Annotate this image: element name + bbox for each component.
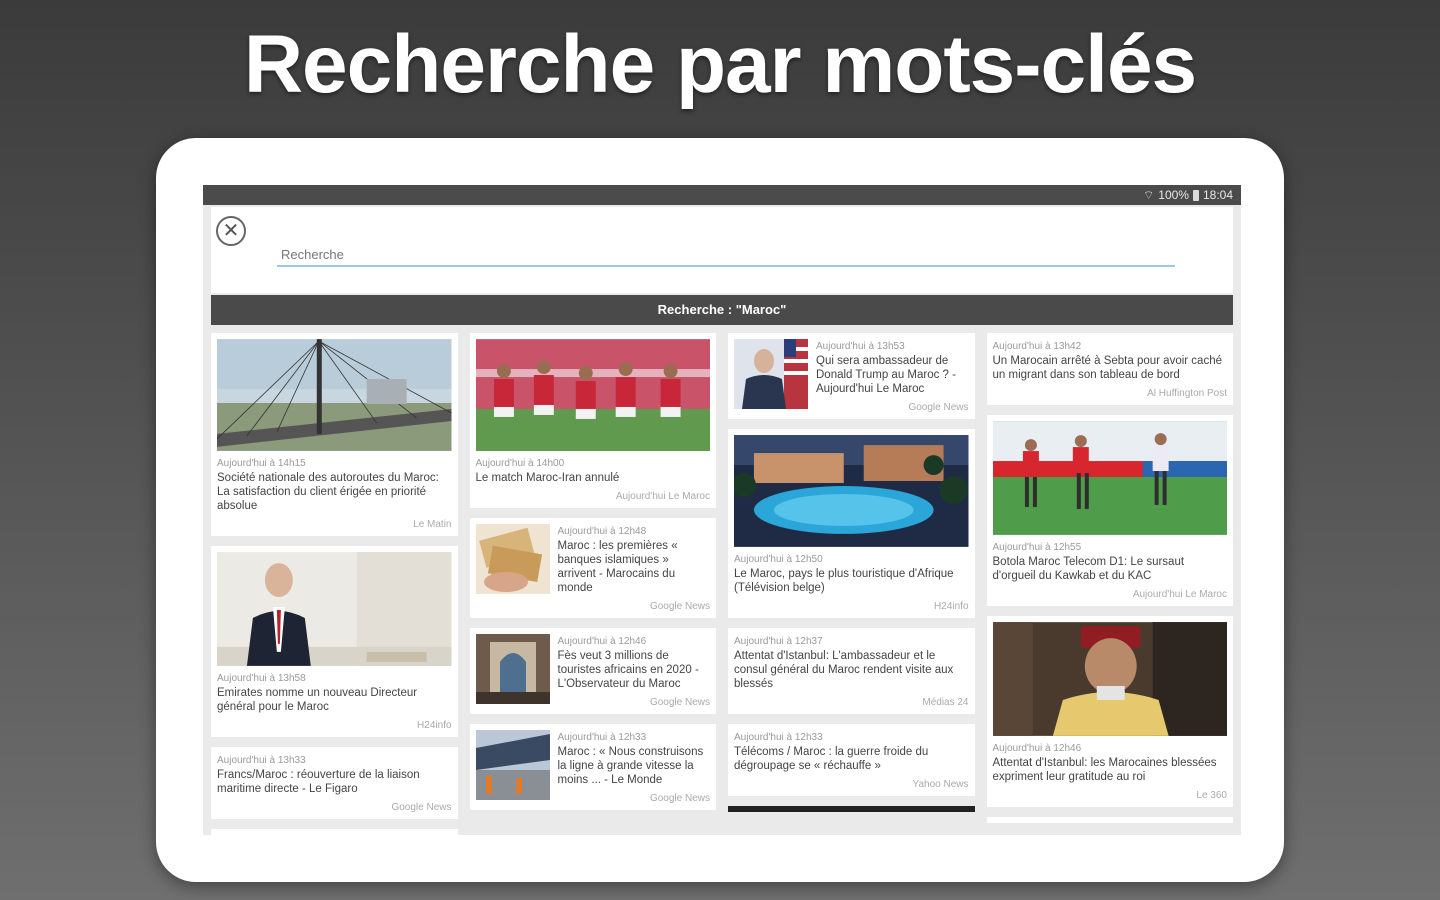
article-source: Aujourd'hui Le Maroc: [1132, 589, 1227, 600]
article-time: Aujourd'hui à 14h00: [475, 458, 565, 469]
article-time: Aujourd'hui à 13h53: [816, 341, 905, 352]
article-source: Yahoo News: [912, 779, 969, 790]
article-source: Le 360: [1196, 790, 1227, 801]
battery-icon: [1192, 189, 1199, 201]
article-source: H24info: [417, 720, 452, 731]
results-column: Aujourd'hui à 13h42 Un Marocain arrêté à…: [986, 333, 1233, 835]
article-title: Botola Maroc Telecom D1: Le sursaut d'or…: [992, 556, 1185, 582]
article-time: Aujourd'hui à 12h55: [992, 542, 1082, 553]
news-card[interactable]: Aujourd'hui à 12h46 Fès veut 3 millions …: [469, 628, 716, 714]
results-column: Aujourd'hui à 13h53 Qui sera ambassadeur…: [728, 333, 975, 835]
article-time: Aujourd'hui à 12h46: [557, 636, 647, 647]
wifi-icon: ⌔: [1142, 187, 1155, 202]
status-bar: ⌔ 100% 18:04: [203, 185, 1241, 205]
news-card[interactable]: Aujourd'hui à 12h55 Botola Maroc Telecom…: [986, 415, 1233, 606]
station-image: [475, 730, 550, 800]
article-time: Aujourd'hui à 12h46: [992, 743, 1082, 754]
article-time: Aujourd'hui à 13h42: [992, 341, 1082, 352]
article-source: Google News: [649, 601, 710, 612]
news-card[interactable]: Aujourd'hui à 12h48 Maroc : les première…: [469, 518, 716, 618]
news-card[interactable]: Aujourd'hui à 14h00 Le match Maroc-Iran …: [469, 333, 716, 508]
article-title: Un Marocain arrêté à Sebta pour avoir ca…: [992, 355, 1222, 381]
news-card[interactable]: Aujourd'hui à 13h42 Un Marocain arrêté à…: [986, 333, 1233, 405]
battery-level: 100%: [1158, 188, 1189, 202]
clock: 18:04: [1202, 188, 1233, 202]
article-source: Google News: [649, 793, 710, 804]
businessman-image: [217, 552, 452, 666]
article-title: Fès veut 3 millions de touristes africai…: [557, 650, 699, 690]
news-card[interactable]: Aujourd'hui à 13h53 Qui sera ambassadeur…: [728, 333, 975, 419]
news-card[interactable]: Aujourd'hui à 13h33 Francs/Maroc : réouv…: [211, 747, 458, 819]
results-column: Aujourd'hui à 14h00 Le match Maroc-Iran …: [469, 333, 716, 835]
article-source: Google News: [649, 697, 710, 708]
results-column: Aujourd'hui à 14h15 Société nationale de…: [211, 333, 458, 835]
football-match-image: [992, 421, 1227, 535]
mosque-image: [475, 634, 550, 704]
article-title: Télécoms / Maroc : la guerre froide du d…: [734, 746, 929, 772]
app-screen: ⌔ 100% 18:04 ✕ Recherche : "Maroc": [203, 185, 1241, 835]
article-title: Francs/Maroc : réouverture de la liaison…: [217, 769, 420, 795]
article-time: Aujourd'hui à 13h58: [217, 673, 306, 684]
article-title: Maroc : « Nous construisons la ligne à g…: [557, 746, 704, 786]
football-team-image: [475, 339, 710, 451]
article-source: Le Matin: [413, 519, 452, 530]
search-results-header: Recherche : "Maroc": [211, 295, 1233, 325]
article-title: Emirates nomme un nouveau Directeur géné…: [217, 687, 418, 713]
search-panel: ✕: [211, 207, 1233, 293]
article-time: Aujourd'hui à 12h33: [557, 732, 647, 743]
close-icon[interactable]: ✕: [216, 216, 246, 246]
article-source: Google News: [391, 802, 452, 813]
article-source: H24info: [934, 601, 969, 612]
article-source: Médias 24: [922, 697, 969, 708]
article-source: Google News: [908, 402, 969, 413]
article-time: Aujourd'hui à 12h33: [734, 732, 823, 743]
article-title: Qui sera ambassadeur de Donald Trump au …: [816, 355, 956, 395]
news-card-partial[interactable]: [728, 806, 975, 812]
search-input[interactable]: [277, 243, 1175, 267]
article-source: Al Huffington Post: [1147, 388, 1227, 399]
article-time: Aujourd'hui à 12h50: [734, 554, 823, 565]
article-time: Aujourd'hui à 14h15: [217, 458, 306, 469]
news-card[interactable]: Aujourd'hui à 12h50 Le Maroc, pays le pl…: [728, 429, 975, 618]
article-title: Attentat d'Istanbul: les Marocaines bles…: [992, 757, 1217, 783]
article-title: Le match Maroc-Iran annulé: [475, 472, 620, 484]
article-title: Maroc : les premières « banques islamiqu…: [557, 540, 678, 594]
news-card[interactable]: Aujourd'hui à 14h15 Société nationale de…: [211, 333, 458, 536]
results-grid: Aujourd'hui à 14h15 Société nationale de…: [211, 333, 1233, 835]
banknotes-image: [475, 524, 550, 594]
news-card-partial[interactable]: [211, 829, 458, 835]
ambassador-image: [734, 339, 808, 409]
news-card-partial[interactable]: [986, 817, 1233, 823]
article-title: Société nationale des autoroutes du Maro…: [217, 472, 439, 512]
headline: Recherche par mots-clés: [243, 19, 1197, 110]
resort-pool-image: [732, 435, 969, 547]
news-card[interactable]: Aujourd'hui à 12h33 Maroc : « Nous const…: [469, 724, 716, 810]
article-title: Le Maroc, pays le plus touristique d'Afr…: [734, 568, 954, 594]
news-card[interactable]: Aujourd'hui à 12h37 Attentat d'Istanbul:…: [728, 628, 975, 714]
news-card[interactable]: Aujourd'hui à 12h33 Télécoms / Maroc : l…: [728, 724, 975, 796]
article-time: Aujourd'hui à 12h48: [557, 526, 647, 537]
article-time: Aujourd'hui à 12h37: [734, 636, 823, 647]
bridge-image: [216, 339, 452, 451]
news-card[interactable]: Aujourd'hui à 13h58 Emirates nomme un no…: [211, 546, 458, 737]
article-title: Attentat d'Istanbul: L'ambassadeur et le…: [734, 650, 954, 690]
king-portrait-image: [992, 622, 1227, 736]
article-time: Aujourd'hui à 13h33: [217, 755, 306, 766]
article-source: Aujourd'hui Le Maroc: [615, 491, 710, 502]
news-card[interactable]: Aujourd'hui à 12h46 Attentat d'Istanbul:…: [986, 616, 1233, 807]
